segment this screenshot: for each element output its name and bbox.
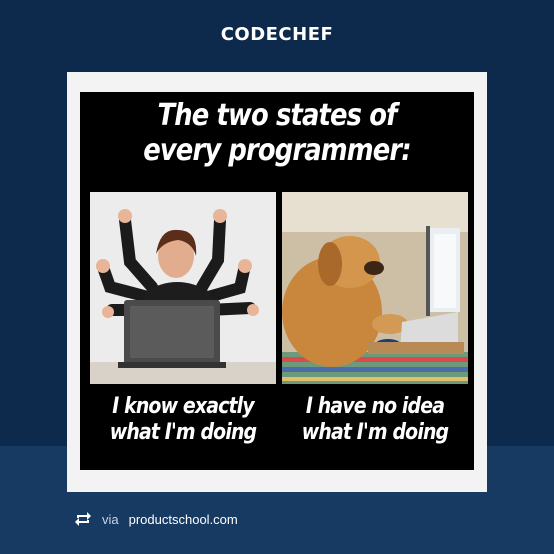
codechef-logo: CODECHEF <box>220 24 334 45</box>
meme-title-line-1: The two states of <box>157 98 398 133</box>
left-caption-line-2: what I'm doing <box>109 420 257 445</box>
post-card[interactable]: The two states of every programmer: I kn… <box>67 72 487 492</box>
meme-title-line-2: every programmer: <box>143 133 411 168</box>
left-caption-line-1: I know exactly <box>112 394 254 419</box>
via-label: via <box>102 511 119 527</box>
right-caption: I have no idea what I'm doing <box>295 394 455 446</box>
attribution-bar: via productschool.com <box>74 509 238 529</box>
right-caption-line-1: I have no idea <box>305 394 445 419</box>
meme-image: The two states of every programmer: I kn… <box>80 92 474 470</box>
left-photo-woman-laptop <box>90 192 276 384</box>
meme-title: The two states of every programmer: <box>108 98 447 168</box>
right-photo-dog-laptop <box>282 192 468 384</box>
right-caption-line-2: what I'm doing <box>301 420 449 445</box>
source-link[interactable]: productschool.com <box>129 512 238 527</box>
repost-icon[interactable] <box>74 511 92 527</box>
left-caption: I know exactly what I'm doing <box>103 394 263 446</box>
